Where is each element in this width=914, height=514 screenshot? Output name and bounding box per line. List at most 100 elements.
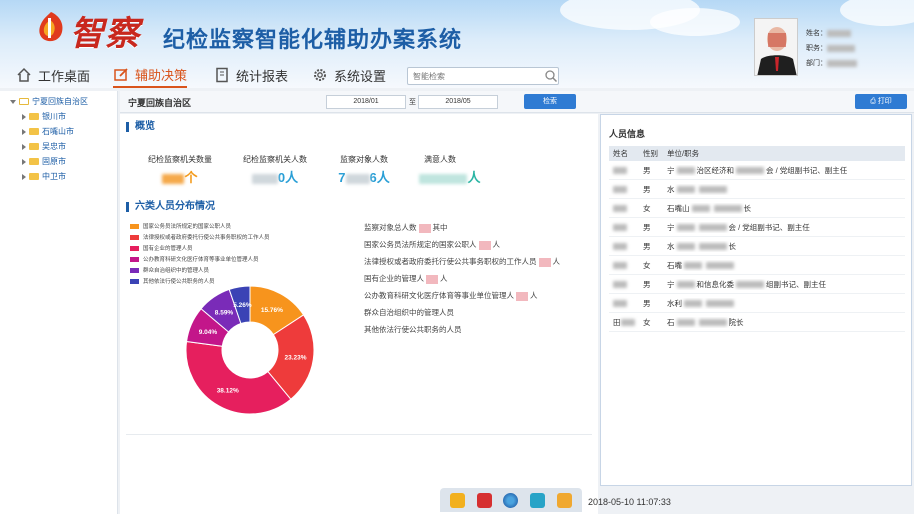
description-prefix: 群众自治组织中的管理人员 [364, 308, 454, 317]
table-row[interactable]: 男水长 [609, 237, 905, 256]
donut-slice-label: 5.26% [233, 302, 252, 309]
legend-swatch [130, 256, 139, 262]
unit-text: 水 [667, 241, 675, 251]
cell-gender: 男 [643, 222, 651, 232]
legend-label: 公办教育科研文化医疗体育等事业单位管理人员 [143, 257, 259, 263]
redacted-unit [684, 300, 702, 308]
folder-icon[interactable] [557, 492, 573, 508]
cell-gender: 男 [643, 298, 651, 308]
tree-item[interactable]: 吴忠市 [22, 141, 66, 152]
duty-text: 长 [728, 241, 737, 251]
col-unit: 单位/职务 [667, 149, 700, 158]
nav-item-decision[interactable]: 辅助决策 [113, 62, 188, 88]
tree-root-label: 宁夏回族自治区 [32, 97, 88, 106]
legend-label: 国家公务员法所规定的国家公职人员 [143, 224, 232, 230]
table-row[interactable]: 男水 [609, 180, 905, 199]
legend-swatch [130, 278, 139, 284]
redacted-unit [676, 186, 695, 194]
description-prefix: 国家公务员法所规定的国家公职人 [364, 240, 477, 249]
logo-text: 智察 [70, 14, 140, 54]
tree-root[interactable]: 宁夏回族自治区 [10, 96, 88, 107]
table-row[interactable]: 女 石嘴 [609, 256, 905, 275]
collapse-icon[interactable] [22, 158, 26, 165]
legend-item[interactable]: 国有企业的管理人员 [130, 244, 193, 252]
redacted-value [426, 274, 438, 284]
table-row[interactable]: 男 水利 [609, 294, 905, 313]
redacted-name [620, 319, 635, 327]
table-row[interactable]: 男 宁 会 / 党组副书记、副主任 [609, 218, 905, 237]
cell-unit: 水利 [663, 298, 905, 309]
region-title: 宁夏回族自治区 [128, 98, 192, 108]
tree-item[interactable]: 石嘴山市 [22, 126, 74, 137]
tree-item[interactable]: 固原市 [22, 156, 66, 167]
legend-item[interactable]: 公办教育科研文化医疗体育等事业单位管理人员 [130, 255, 259, 263]
duty-text: 院长 [728, 317, 744, 327]
document-icon [216, 67, 228, 83]
windows-icon[interactable] [503, 492, 519, 508]
date-from-input[interactable]: 2018/01 [326, 95, 406, 109]
redacted-name [613, 262, 627, 270]
cell-gender: 男 [643, 184, 651, 194]
collapse-icon[interactable] [22, 128, 26, 135]
search-input[interactable] [407, 67, 559, 85]
stat-suffix: 0人 [277, 170, 299, 185]
user-info: 姓名： 职务： 部门： [806, 26, 857, 71]
legend-item[interactable]: 群众自治组织中的管理人员 [130, 266, 209, 274]
cell-unit: 水长 [663, 241, 905, 252]
stat-suffix: 人 [467, 170, 481, 185]
description-prefix: 其他依法行使公共职务的人员 [364, 325, 462, 334]
collapse-icon[interactable] [22, 143, 26, 150]
tree-item[interactable]: 银川市 [22, 111, 66, 122]
date-separator: 至 [409, 99, 416, 106]
tree-item[interactable]: 中卫市 [22, 171, 66, 182]
unit-text: 石 [667, 317, 675, 327]
tree-item-label: 石嘴山市 [42, 127, 74, 136]
expand-icon[interactable] [10, 99, 16, 104]
chat-icon[interactable] [530, 492, 546, 508]
legend-label: 法律授权或者政府委托行使公共事务职权的工作人员 [143, 235, 270, 241]
gear-icon [314, 69, 326, 81]
distribution-description: 监察对象总人数 其中 [364, 222, 448, 233]
cell-gender: 女 [643, 260, 651, 270]
redacted-name [613, 224, 627, 232]
table-row[interactable]: 男 宁 和信息化委 组副书记、副主任 [609, 275, 905, 294]
legend-item[interactable]: 国家公务员法所规定的国家公职人员 [130, 222, 231, 230]
cloud-decoration [650, 8, 740, 36]
legend-item[interactable]: 法律授权或者政府委托行使公共事务职权的工作人员 [130, 233, 270, 241]
unit-text: 石嘴 [667, 260, 682, 270]
unit-tail-text: 和信息化委 [696, 279, 735, 289]
lock-icon[interactable] [449, 492, 465, 508]
stat-value: 个 [132, 167, 228, 186]
print-button[interactable]: ⎙ 打印 [855, 94, 907, 109]
table-row[interactable]: 女 石嘴山 长 [609, 199, 905, 218]
home-icon [17, 67, 31, 82]
cell-unit: 石嘴 [663, 260, 905, 271]
taskbar [440, 488, 582, 512]
legend-swatch [130, 245, 139, 251]
print-label: 打印 [877, 98, 892, 105]
table-row[interactable]: 田 女 石 院长 [609, 313, 905, 332]
search-button[interactable]: 检索 [524, 94, 576, 109]
legend-swatch [130, 234, 139, 240]
table-row[interactable]: 男 宁 治区经济和 会 / 党组副书记、副主任 [609, 161, 905, 180]
stat-value: 0人 [227, 167, 323, 186]
redacted-name [613, 167, 627, 175]
cell-gender: 男 [643, 279, 651, 289]
stat-label: 满意人数 [424, 155, 456, 164]
shield-icon[interactable] [476, 492, 492, 508]
distribution-description: 群众自治组织中的管理人员 [364, 307, 454, 318]
stat-label: 纪检监察机关数量 [148, 155, 212, 164]
cell-gender: 男 [643, 241, 651, 251]
nav-item-workbench[interactable]: 工作桌面 [16, 62, 90, 88]
app-header: 智察 纪检监察智能化辅助办案系统 姓名： 职务： 部门： 工作桌面 辅助决策 统… [0, 0, 914, 88]
date-to-input[interactable]: 2018/05 [418, 95, 498, 109]
donut-slice-label: 38.12% [217, 388, 239, 395]
filter-toolbar: 宁夏回族自治区 2018/01 至 2018/05 检索 ⎙ 打印 [120, 91, 914, 113]
search-icon[interactable] [544, 69, 558, 83]
col-gender: 性别 [643, 149, 658, 158]
nav-item-reports[interactable]: 统计报表 [214, 62, 288, 88]
nav-item-settings[interactable]: 系统设置 [312, 62, 386, 88]
redacted-value [478, 240, 491, 250]
collapse-icon[interactable] [22, 173, 26, 180]
collapse-icon[interactable] [22, 113, 26, 120]
